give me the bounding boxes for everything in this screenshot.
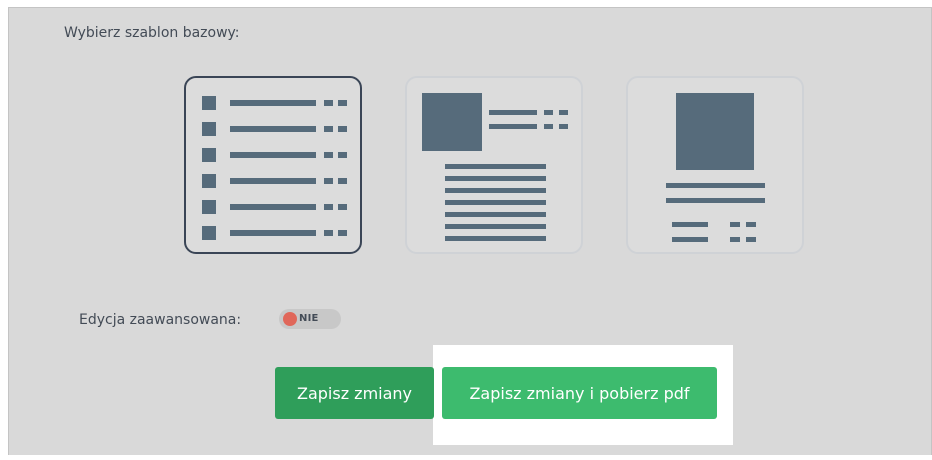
template-card-image-top[interactable] (626, 76, 804, 254)
toggle-knob (283, 312, 297, 326)
advanced-edit-toggle[interactable]: NIE (279, 309, 341, 329)
toggle-state-label: NIE (299, 313, 319, 324)
save-and-download-pdf-button[interactable]: Zapisz zmiany i pobierz pdf (442, 367, 717, 419)
template-settings-panel: Wybierz szablon bazowy: Edycja zaawansow… (8, 7, 932, 455)
image-top-template-icon (666, 93, 765, 242)
save-button[interactable]: Zapisz zmiany (275, 367, 434, 419)
template-card-image-left[interactable] (405, 76, 583, 254)
template-card-list[interactable] (184, 76, 362, 254)
list-template-icon (202, 96, 347, 240)
template-section-label: Wybierz szablon bazowy: (64, 25, 240, 41)
advanced-edit-label: Edycja zaawansowana: (79, 312, 242, 328)
image-left-template-icon (422, 93, 568, 241)
